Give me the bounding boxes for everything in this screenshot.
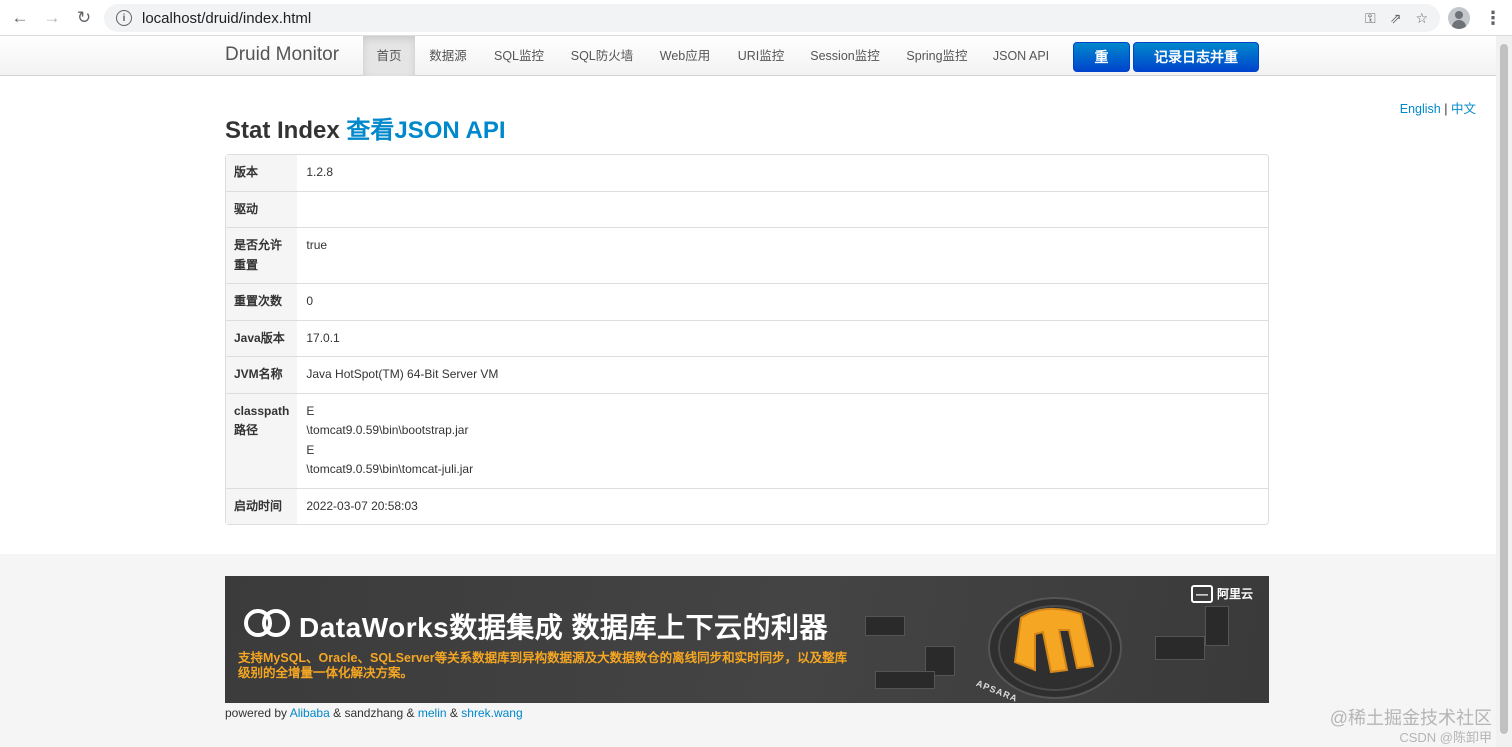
shrek-link[interactable]: shrek.wang bbox=[461, 706, 522, 720]
profile-avatar[interactable] bbox=[1448, 7, 1470, 29]
stat-value-line: E bbox=[306, 442, 315, 457]
nav-item-sql-monitor[interactable]: SQL监控 bbox=[487, 36, 551, 76]
banner-subtitle: 支持MySQL、Oracle、SQLServer等关系数据库到异构数据源及大数据… bbox=[238, 651, 848, 680]
more-menu-icon[interactable]: ⋮ bbox=[1484, 8, 1502, 29]
powered-by-label: powered by bbox=[225, 706, 288, 720]
stat-row: 重置次数 0 bbox=[226, 283, 1268, 320]
stat-key: 是否允许重置 bbox=[226, 227, 298, 283]
log-and-reset-button[interactable]: 记录日志并重置 bbox=[1133, 42, 1259, 93]
stat-key: classpath路径 bbox=[226, 392, 298, 488]
share-icon[interactable]: ⇗ bbox=[1390, 10, 1402, 27]
address-bar[interactable]: i localhost/druid/index.html ⚿ ⇗ ☆ bbox=[104, 4, 1440, 32]
chip-decoration bbox=[1205, 606, 1229, 646]
amp-separator: & bbox=[449, 706, 458, 720]
stat-row: JVM名称 Java HotSpot(TM) 64-Bit Server VM bbox=[226, 356, 1268, 393]
language-switch: English | 中文 bbox=[1400, 98, 1476, 117]
stat-row: 驱动 bbox=[226, 190, 1268, 228]
stat-value-line: 2022-03-07 20:58:03 bbox=[306, 498, 418, 513]
star-icon[interactable]: ☆ bbox=[1415, 10, 1428, 27]
key-icon[interactable]: ⚿ bbox=[1365, 10, 1376, 27]
stat-key: JVM名称 bbox=[226, 356, 298, 393]
nav-item-json-api[interactable]: JSON API bbox=[987, 36, 1055, 76]
stat-row: 版本 1.2.8 bbox=[226, 155, 1268, 191]
stat-value-line: E bbox=[306, 403, 315, 418]
stat-value-line: 0 bbox=[306, 294, 314, 308]
stat-value-line: \tomcat9.0.59\bin\tomcat-juli.jar bbox=[306, 462, 474, 476]
csdn-watermark: CSDN @陈卸甲 bbox=[1399, 730, 1492, 745]
stat-key: Java版本 bbox=[226, 319, 298, 356]
aliyun-logo: — 阿里云 bbox=[1190, 585, 1253, 603]
reset-button[interactable]: 重置 bbox=[1073, 42, 1130, 93]
stat-row: 启动时间 2022-03-07 20:58:03 bbox=[226, 487, 1268, 525]
stat-value bbox=[297, 190, 1268, 228]
stat-value: 17.0.1 bbox=[297, 319, 1268, 357]
scrollbar-thumb[interactable] bbox=[1500, 44, 1508, 734]
stat-value-line: true bbox=[306, 238, 328, 252]
lang-separator: | bbox=[1444, 102, 1448, 116]
stat-value-line: \tomcat9.0.59\bin\bootstrap.jar bbox=[306, 423, 469, 437]
page-title: Stat Index 查看JSON API bbox=[225, 110, 506, 145]
forward-arrow-icon[interactable]: → bbox=[36, 2, 68, 34]
stat-value: E \tomcat9.0.59\bin\bootstrap.jar E \tomcat… bbox=[297, 392, 1268, 488]
melin-link[interactable]: melin bbox=[418, 706, 447, 720]
stat-value-line: Java HotSpot(TM) 64-Bit Server VM bbox=[306, 367, 499, 381]
stat-value-line bbox=[306, 200, 1260, 220]
stat-value: true bbox=[297, 227, 1268, 283]
dataworks-logo-graphic bbox=[988, 597, 1122, 699]
lang-chinese-link[interactable]: 中文 bbox=[1451, 102, 1476, 116]
amp-separator: & bbox=[333, 706, 342, 720]
nav-item-datasource[interactable]: 数据源 bbox=[420, 36, 476, 76]
back-arrow-icon[interactable]: ← bbox=[4, 2, 36, 34]
brand-title[interactable]: Druid Monitor bbox=[225, 44, 339, 66]
stat-key: 启动时间 bbox=[226, 487, 298, 524]
stat-row: Java版本 17.0.1 bbox=[226, 319, 1268, 357]
stat-value: 2022-03-07 20:58:03 bbox=[297, 487, 1268, 525]
chip-decoration bbox=[875, 671, 935, 689]
browser-toolbar: ← → ↻ i localhost/druid/index.html ⚿ ⇗ ☆… bbox=[0, 0, 1512, 36]
nav-item-web-app[interactable]: Web应用 bbox=[652, 36, 718, 76]
nav-item-home[interactable]: 首页 bbox=[363, 36, 415, 76]
powered-by: powered by Alibaba & sandzhang & melin &… bbox=[225, 706, 523, 720]
nav-item-spring-monitor[interactable]: Spring监控 bbox=[899, 36, 975, 76]
nav-item-sql-firewall[interactable]: SQL防火墙 bbox=[564, 36, 640, 76]
chip-decoration bbox=[865, 616, 905, 636]
stat-value-line: 1.2.8 bbox=[306, 165, 334, 179]
banner-title: DataWorks数据集成 数据库上下云的利器 bbox=[299, 612, 829, 643]
stat-table: 版本 1.2.8 驱动 是否允许重置 true 重置次数 0 Java版本 17.0.1 JVM名… bbox=[225, 154, 1269, 525]
stat-key: 驱动 bbox=[226, 190, 298, 227]
json-api-link[interactable]: 查看JSON API bbox=[346, 117, 505, 144]
dataworks-icon bbox=[244, 609, 290, 637]
stat-value: Java HotSpot(TM) 64-Bit Server VM bbox=[297, 356, 1268, 393]
stat-value: 0 bbox=[297, 283, 1268, 320]
page-title-text: Stat Index bbox=[225, 117, 340, 144]
aliyun-brand-text: 阿里云 bbox=[1216, 587, 1253, 601]
lang-english-link[interactable]: English bbox=[1400, 102, 1441, 116]
top-navbar: Druid Monitor 首页 数据源 SQL监控 SQL防火墙 Web应用 … bbox=[0, 36, 1496, 93]
stat-row: 是否允许重置 true bbox=[226, 227, 1268, 283]
stat-key: 重置次数 bbox=[226, 283, 298, 320]
stat-value-line: 17.0.1 bbox=[306, 330, 340, 345]
chip-decoration bbox=[1155, 636, 1205, 660]
nav-item-session-monitor[interactable]: Session监控 bbox=[804, 36, 886, 76]
site-info-icon[interactable]: i bbox=[116, 10, 132, 26]
dataworks-banner[interactable]: DataWorks数据集成 数据库上下云的利器 支持MySQL、Oracle、S… bbox=[225, 576, 1269, 703]
reload-icon[interactable]: ↻ bbox=[68, 2, 100, 34]
amp-separator: & bbox=[406, 706, 415, 720]
alibaba-link[interactable]: Alibaba bbox=[290, 706, 330, 720]
nav-item-uri-monitor[interactable]: URI监控 bbox=[730, 36, 792, 76]
stat-value: 1.2.8 bbox=[297, 155, 1268, 191]
stat-row: classpath路径 E \tomcat9.0.59\bin\bootstrap.… bbox=[226, 392, 1268, 488]
stat-key: 版本 bbox=[226, 155, 298, 191]
page-scrollbar[interactable] bbox=[1496, 36, 1512, 747]
sandzhang-text: sandzhang bbox=[344, 706, 404, 720]
url-text[interactable]: localhost/druid/index.html bbox=[142, 10, 311, 27]
